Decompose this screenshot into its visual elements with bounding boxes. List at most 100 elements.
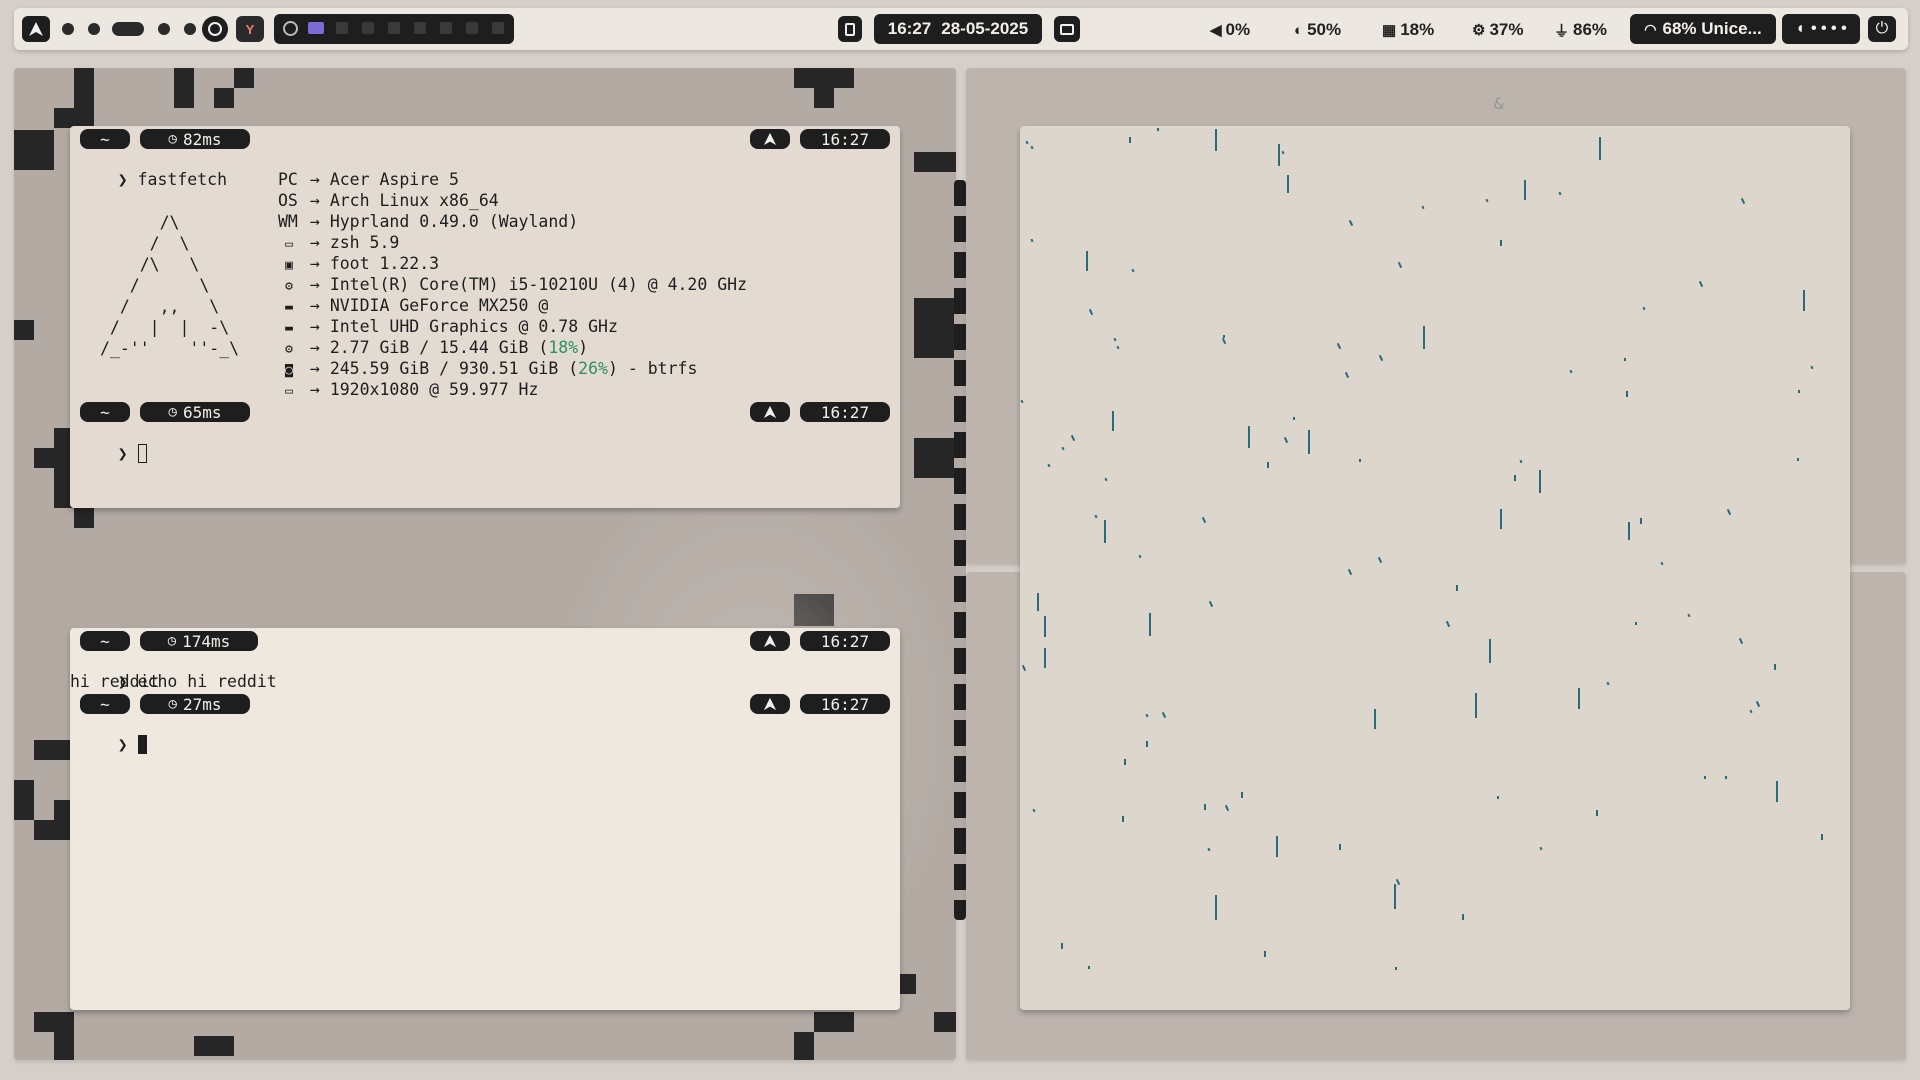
rain-drop <box>1394 884 1396 909</box>
cpu-indicator[interactable]: ⚙ 37% <box>1472 19 1523 41</box>
command-line: ❯ echo hi reddit <box>117 672 277 691</box>
memory-indicator[interactable]: ▦ 18% <box>1382 19 1434 41</box>
sysinfo-value: zsh 5.9 <box>329 233 400 252</box>
rain-drop <box>1339 844 1341 850</box>
folder-icon[interactable] <box>308 22 324 34</box>
workspace-dot[interactable] <box>158 23 170 35</box>
tray-app-icon[interactable] <box>492 22 504 34</box>
rain-drop <box>1725 776 1727 779</box>
sysinfo-row: ▬ → NVIDIA GeForce MX250 @ <box>278 295 548 316</box>
wifi-indicator[interactable]: ◠ 68% Unice... <box>1630 14 1776 44</box>
tray-spin-icon[interactable] <box>283 21 298 36</box>
prompt-dir: ~ <box>80 129 130 149</box>
terminal-fastfetch[interactable]: ~ ◷ 82ms 16:27 ❯ fastfetch /\ / \ /\ \ /… <box>70 126 900 508</box>
power-icon[interactable]: ⏻ <box>1868 16 1896 42</box>
sysinfo-row: ▭ → 1920x1080 @ 59.977 Hz <box>278 379 538 400</box>
app-icon[interactable]: Y <box>236 16 264 42</box>
tray-app-icon[interactable] <box>336 22 348 34</box>
rain-drop <box>1281 150 1285 155</box>
sysinfo-key: WM <box>278 212 298 231</box>
usage-percent: 26% <box>578 359 608 378</box>
rain-drop <box>1359 459 1361 462</box>
rain-drop <box>1278 144 1280 166</box>
pixel-block <box>14 780 34 820</box>
workspace-dot[interactable] <box>62 23 74 35</box>
rain-drop <box>1113 337 1117 342</box>
rain-drop <box>1138 554 1142 559</box>
tray-area <box>274 14 514 44</box>
arch-badge-icon <box>750 129 790 149</box>
clipboard-icon[interactable] <box>838 16 862 42</box>
sysinfo-value: NVIDIA GeForce MX250 @ <box>329 296 549 315</box>
input-line[interactable]: ❯ <box>78 713 147 754</box>
arch-badge-icon <box>750 402 790 422</box>
clock-icon: ◷ <box>168 404 177 420</box>
rain-drop <box>1129 137 1131 143</box>
rain-drop <box>1047 463 1051 468</box>
arrow-icon: → <box>300 191 330 210</box>
arrow-icon: → <box>300 296 330 315</box>
rain-drop <box>1395 878 1401 886</box>
tray-app-icon[interactable] <box>440 22 452 34</box>
rain-drop <box>1726 508 1732 516</box>
terminal-icon: ▣ <box>285 258 293 273</box>
rain-drop <box>1569 369 1573 374</box>
rain-drop <box>1524 180 1526 200</box>
arrow-icon: → <box>300 317 330 336</box>
memory-icon: ▦ <box>1382 22 1397 39</box>
brightness-indicator[interactable]: ◐ 50% <box>1294 19 1341 41</box>
rain-drop <box>1347 568 1353 576</box>
volume-indicator[interactable]: ◀ 0% <box>1210 19 1250 41</box>
terminal-echo[interactable]: ~ ◷ 174ms 16:27 ❯ echo hi reddit hi redd… <box>70 628 900 1010</box>
workspace-dot[interactable] <box>184 23 196 35</box>
display-icon: ▭ <box>285 384 293 399</box>
clock-widget[interactable]: 16:27 28-05-2025 <box>874 14 1042 44</box>
rain-drop <box>1094 514 1098 519</box>
rain-drop <box>1061 446 1065 451</box>
battery-indicator[interactable]: ⏚ 86% <box>1554 19 1607 41</box>
rain-drop <box>1497 796 1499 799</box>
rain-drop <box>1161 711 1167 719</box>
text-cursor <box>137 735 147 754</box>
usage-percent: 18% <box>548 338 579 357</box>
command-output: hi reddit <box>70 672 160 691</box>
sysinfo-value: Intel UHD Graphics @ 0.78 GHz <box>329 317 618 336</box>
rain-drop <box>1475 693 1477 718</box>
moon-icon: ◖ <box>1795 20 1805 37</box>
media-widget[interactable]: ◖ • • • • <box>1782 14 1860 44</box>
sysinfo-row: OS → Arch Linux x86_64 <box>278 190 499 211</box>
rain-drop <box>1037 593 1039 611</box>
rain-drop <box>1821 834 1823 840</box>
pixel-block <box>34 1012 74 1032</box>
arch-launcher-icon[interactable] <box>22 16 50 42</box>
rain-drop <box>1704 776 1706 779</box>
tray-app-icon[interactable] <box>466 22 478 34</box>
pixel-block <box>234 68 254 88</box>
disk-icon: ◙ <box>285 363 293 378</box>
sysinfo-value: Intel(R) Core(TM) i5-10210U (4) @ 4.20 G… <box>329 275 748 294</box>
top-bar: Y 16:27 28-05-2025 ◀ 0% ◐ 50% ▦ 18% ⚙ 37… <box>14 8 1908 50</box>
arrow-icon: → <box>300 380 330 399</box>
record-icon[interactable] <box>202 16 228 42</box>
rain-drop <box>1086 251 1088 271</box>
prompt-dir: ~ <box>80 631 130 651</box>
workspace-active[interactable] <box>112 22 144 36</box>
tray-app-icon[interactable] <box>414 22 426 34</box>
tray-app-icon[interactable] <box>362 22 374 34</box>
tray-app-icon[interactable] <box>388 22 400 34</box>
rain-drop <box>1044 648 1046 668</box>
sysinfo-row: PC → Acer Aspire 5 <box>278 169 459 190</box>
workspace-dot[interactable] <box>88 23 100 35</box>
gpu-icon: ▬ <box>285 300 293 315</box>
rain-window[interactable] <box>1020 126 1850 1010</box>
rain-drop <box>1660 561 1664 566</box>
input-line[interactable]: ❯ <box>78 422 147 463</box>
wallpaper-icon[interactable] <box>1054 16 1080 42</box>
sysinfo-row: ▣ → foot 1.22.3 <box>278 253 439 274</box>
rain-drop <box>1112 411 1114 431</box>
wave-edge-decoration <box>954 180 966 920</box>
pixel-block <box>54 108 74 128</box>
rain-drop <box>1131 268 1135 273</box>
sysinfo-row: WM → Hyprland 0.49.0 (Wayland) <box>278 211 578 232</box>
pixel-block <box>214 88 234 108</box>
